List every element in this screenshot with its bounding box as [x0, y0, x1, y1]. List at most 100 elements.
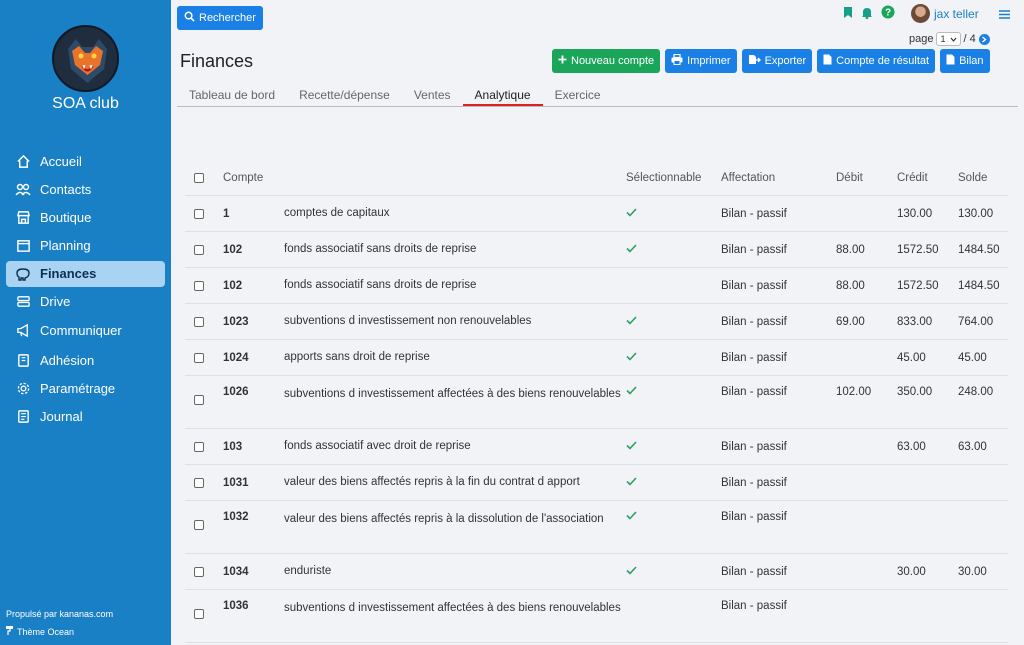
sidebar-item-parametrage[interactable]: Paramétrage — [6, 375, 165, 401]
sidebar-item-label: Paramétrage — [40, 380, 116, 396]
account-number: 1036 — [223, 600, 249, 612]
help-icon[interactable]: ? — [881, 5, 895, 22]
affectation-cell: Bilan - passif — [721, 207, 787, 220]
row-checkbox[interactable] — [194, 316, 204, 327]
table-row[interactable]: 1026 subventions d investissement affecté… — [185, 376, 1008, 429]
table-row[interactable]: 102 fonds associatif sans droits de repri… — [185, 232, 1008, 268]
sidebar-item-planning[interactable]: Planning — [6, 233, 165, 259]
account-number: 1034 — [223, 565, 249, 578]
affectation-cell: Bilan - passif — [721, 279, 787, 292]
table-row[interactable]: 1024 apports sans droit de reprise Bilan -… — [185, 340, 1008, 376]
account-label: fonds associatif sans droits de reprise — [284, 279, 477, 291]
export-icon — [748, 54, 761, 68]
affectation-cell: Bilan - passif — [721, 565, 787, 578]
table-row[interactable]: 102 fonds associatif sans droits de repri… — [185, 268, 1008, 304]
tab-exercice[interactable]: Exercice — [543, 88, 613, 106]
table-row[interactable]: 1023 subventions d investissement non ren… — [185, 304, 1008, 340]
credit-cell: 30.00 — [897, 565, 926, 578]
account-number: 1032 — [223, 511, 249, 523]
row-checkbox[interactable] — [194, 244, 204, 255]
income-statement-label: Compte de résultat — [836, 55, 930, 67]
page-select[interactable]: 1 — [936, 32, 961, 46]
row-checkbox[interactable] — [194, 280, 204, 291]
tab-recette-depense[interactable]: Recette/dépense — [287, 88, 402, 106]
sidebar-item-adhesion[interactable]: Adhésion — [6, 347, 165, 373]
check-icon — [626, 315, 637, 328]
row-checkbox[interactable] — [194, 566, 204, 577]
select-all-checkbox[interactable] — [194, 172, 204, 183]
sidebar-item-journal[interactable]: Journal — [6, 404, 165, 430]
selectable-cell — [626, 386, 721, 398]
table-row[interactable]: 1036 subventions d investissement affecté… — [185, 590, 1008, 643]
selectable-cell — [626, 440, 721, 453]
selectable-cell — [626, 511, 721, 523]
export-button[interactable]: Exporter — [741, 49, 813, 73]
tab-tableau-de-bord[interactable]: Tableau de bord — [177, 88, 287, 106]
header-compte[interactable]: Compte — [223, 172, 284, 184]
calendar-icon — [14, 237, 32, 255]
header-debit[interactable]: Débit — [836, 172, 897, 184]
table-row[interactable]: 1034 enduriste Bilan - passif 30.00 30.00 — [185, 554, 1008, 590]
selectable-cell — [626, 476, 721, 489]
table-row[interactable]: 103 fonds associatif avec droit de repris… — [185, 429, 1008, 465]
sidebar-item-finances[interactable]: Finances — [6, 260, 165, 287]
search-button[interactable]: Rechercher — [177, 6, 263, 30]
account-number: 1026 — [223, 386, 249, 398]
sidebar-item-boutique[interactable]: Boutique — [6, 204, 165, 230]
header-credit[interactable]: Crédit — [897, 172, 958, 184]
balance-sheet-label: Bilan — [959, 55, 984, 67]
tab-analytique[interactable]: Analytique — [462, 88, 543, 106]
debit-cell: 102.00 — [836, 386, 872, 398]
row-checkbox[interactable] — [194, 441, 204, 452]
user-menu[interactable]: jax teller — [911, 4, 979, 23]
debit-cell: 69.00 — [836, 315, 865, 328]
print-label: Imprimer — [687, 55, 731, 67]
new-account-button[interactable]: Nouveau compte — [552, 49, 661, 73]
sidebar-item-accueil[interactable]: Accueil — [6, 148, 165, 174]
row-checkbox[interactable] — [194, 352, 204, 363]
account-number: 103 — [223, 440, 243, 453]
club-logo[interactable] — [52, 25, 119, 92]
table-row[interactable]: 1032 valeur des biens affectés repris à l… — [185, 501, 1008, 554]
sidebar-item-contacts[interactable]: Contacts — [6, 176, 165, 202]
next-page-icon[interactable] — [978, 33, 990, 45]
header-selectable[interactable]: Sélectionnable — [626, 172, 721, 184]
debit-cell: 88.00 — [836, 279, 865, 292]
credit-cell: 130.00 — [897, 207, 933, 220]
table-row[interactable]: 1031 valeur des biens affectés repris à l… — [185, 465, 1008, 501]
gear-icon — [14, 379, 32, 397]
sidebar-item-communiquer[interactable]: Communiquer — [6, 317, 165, 343]
header-solde[interactable]: Solde — [958, 172, 1008, 184]
table-row[interactable]: 1 comptes de capitaux Bilan - passif 130.00… — [185, 196, 1008, 232]
balance-sheet-button[interactable]: Bilan — [940, 49, 990, 73]
header-affectation[interactable]: Affectation — [721, 172, 836, 184]
sidebar-item-label: Communiquer — [40, 322, 122, 338]
sidebar-item-label: Boutique — [40, 209, 92, 225]
top-icons: ? — [843, 5, 895, 22]
page-select-value: 1 — [940, 34, 946, 44]
bookmark-icon[interactable] — [843, 6, 853, 22]
theme-switch[interactable]: Thème Ocean — [6, 626, 74, 637]
row-checkbox[interactable] — [194, 520, 204, 530]
hamburger-menu-icon[interactable] — [999, 8, 1010, 22]
account-number: 1023 — [223, 315, 249, 328]
tab-ventes[interactable]: Ventes — [402, 88, 463, 106]
powered-by[interactable]: Propulsé par kananas.com — [6, 609, 113, 619]
solde-cell: 1484.50 — [958, 279, 1000, 292]
action-toolbar: Nouveau compte Imprimer Exporter Compte … — [552, 49, 990, 73]
income-statement-button[interactable]: Compte de résultat — [817, 49, 936, 73]
sidebar-item-drive[interactable]: Drive — [6, 289, 165, 315]
check-icon — [626, 476, 637, 489]
drive-icon — [14, 293, 32, 311]
page-title: Finances — [180, 51, 254, 71]
row-checkbox[interactable] — [194, 609, 204, 619]
sidebar: SOA club Accueil Contacts Boutique Plann… — [0, 0, 171, 645]
row-checkbox[interactable] — [194, 477, 204, 488]
credit-cell: 833.00 — [897, 315, 933, 328]
selectable-cell — [626, 243, 721, 256]
affectation-cell: Bilan - passif — [721, 511, 787, 523]
print-button[interactable]: Imprimer — [665, 49, 737, 73]
row-checkbox[interactable] — [194, 395, 204, 405]
bell-icon[interactable] — [861, 6, 873, 22]
row-checkbox[interactable] — [194, 208, 204, 219]
